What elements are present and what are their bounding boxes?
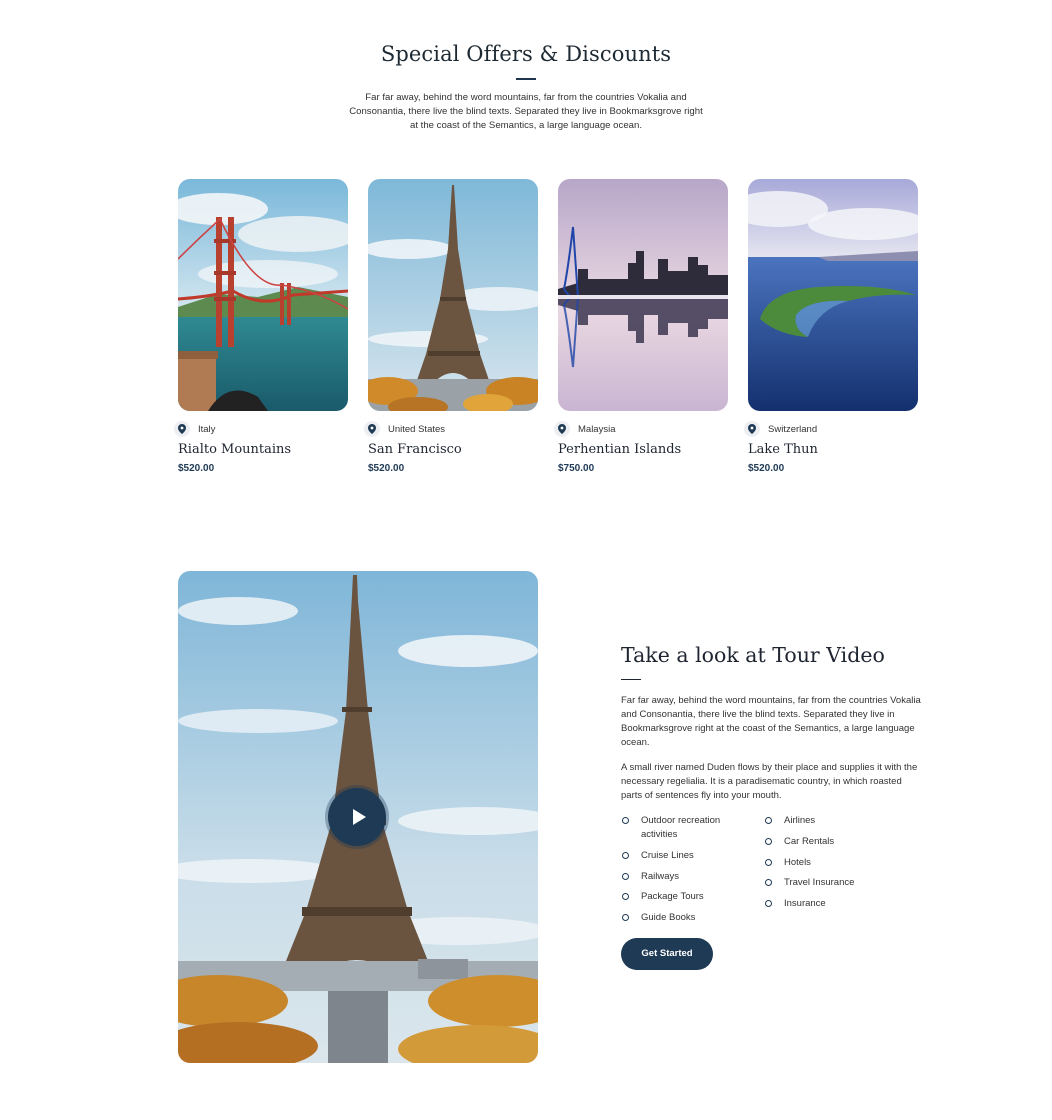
offers-header: Special Offers & Discounts Far far away,… <box>0 42 1052 133</box>
play-video-button[interactable] <box>328 788 386 846</box>
list-item: Insurance <box>764 897 914 911</box>
offer-card[interactable]: Italy Rialto Mountains $520.00 <box>174 179 348 474</box>
tour-section: Take a look at Tour Video Far far away, … <box>621 643 921 970</box>
offer-card[interactable]: United States San Francisco $520.00 <box>364 179 538 474</box>
feature-list-right: Airlines Car Rentals Hotels Travel Insur… <box>764 814 914 932</box>
play-icon <box>352 809 366 825</box>
offer-cards: Italy Rialto Mountains $520.00 United St… <box>174 179 918 474</box>
card-location: United States <box>364 421 538 437</box>
golden-gate-bridge-photo[interactable] <box>178 179 348 411</box>
card-price: $520.00 <box>748 463 785 474</box>
list-item: Package Tours <box>621 890 764 904</box>
offers-title: Special Offers & Discounts <box>380 42 672 66</box>
card-title[interactable]: Perhentian Islands <box>558 442 728 457</box>
tour-paragraph-2: A small river named Duden flows by their… <box>621 762 918 801</box>
card-title[interactable]: Rialto Mountains <box>178 442 348 457</box>
card-location: Switzerland <box>744 421 918 437</box>
tour-title: Take a look at Tour Video <box>621 643 885 667</box>
list-item: Cruise Lines <box>621 849 764 863</box>
list-item: Railways <box>621 870 764 884</box>
map-pin-icon <box>364 421 380 437</box>
card-title[interactable]: San Francisco <box>368 442 538 457</box>
list-item: Outdoor recreation activities <box>621 814 721 842</box>
feature-list: Outdoor recreation activities Cruise Lin… <box>621 814 921 932</box>
list-item: Guide Books <box>621 911 764 925</box>
map-pin-icon <box>174 421 190 437</box>
card-location: Malaysia <box>554 421 728 437</box>
list-item: Airlines <box>764 814 914 828</box>
list-item: Travel Insurance <box>764 876 914 890</box>
card-price: $520.00 <box>368 463 405 474</box>
offers-description: Far far away, behind the word mountains,… <box>349 92 703 131</box>
city-reflection-photo[interactable] <box>558 179 728 411</box>
list-item: Hotels <box>764 856 914 870</box>
card-location: Italy <box>174 421 348 437</box>
card-price: $520.00 <box>178 463 215 474</box>
offer-card[interactable]: Switzerland Lake Thun $520.00 <box>744 179 918 474</box>
card-country: Switzerland <box>768 423 818 435</box>
card-title[interactable]: Lake Thun <box>748 442 918 457</box>
card-country: Italy <box>198 423 216 435</box>
get-started-button[interactable]: Get Started <box>621 937 713 970</box>
offer-card[interactable]: Malaysia Perhentian Islands $750.00 <box>554 179 728 474</box>
feature-list-left: Outdoor recreation activities Cruise Lin… <box>621 814 764 932</box>
list-item: Car Rentals <box>764 835 914 849</box>
tour-paragraph-1: Far far away, behind the word mountains,… <box>621 695 921 748</box>
eiffel-tower-photo[interactable] <box>368 179 538 411</box>
map-pin-icon <box>744 421 760 437</box>
title-divider <box>516 78 536 80</box>
eiffel-tower-video-photo[interactable] <box>178 571 538 1063</box>
map-pin-icon <box>554 421 570 437</box>
island-lagoon-photo[interactable] <box>748 179 918 411</box>
card-price: $750.00 <box>558 463 595 474</box>
card-country: United States <box>388 423 446 435</box>
tour-title-divider <box>621 679 641 680</box>
card-country: Malaysia <box>578 423 616 435</box>
